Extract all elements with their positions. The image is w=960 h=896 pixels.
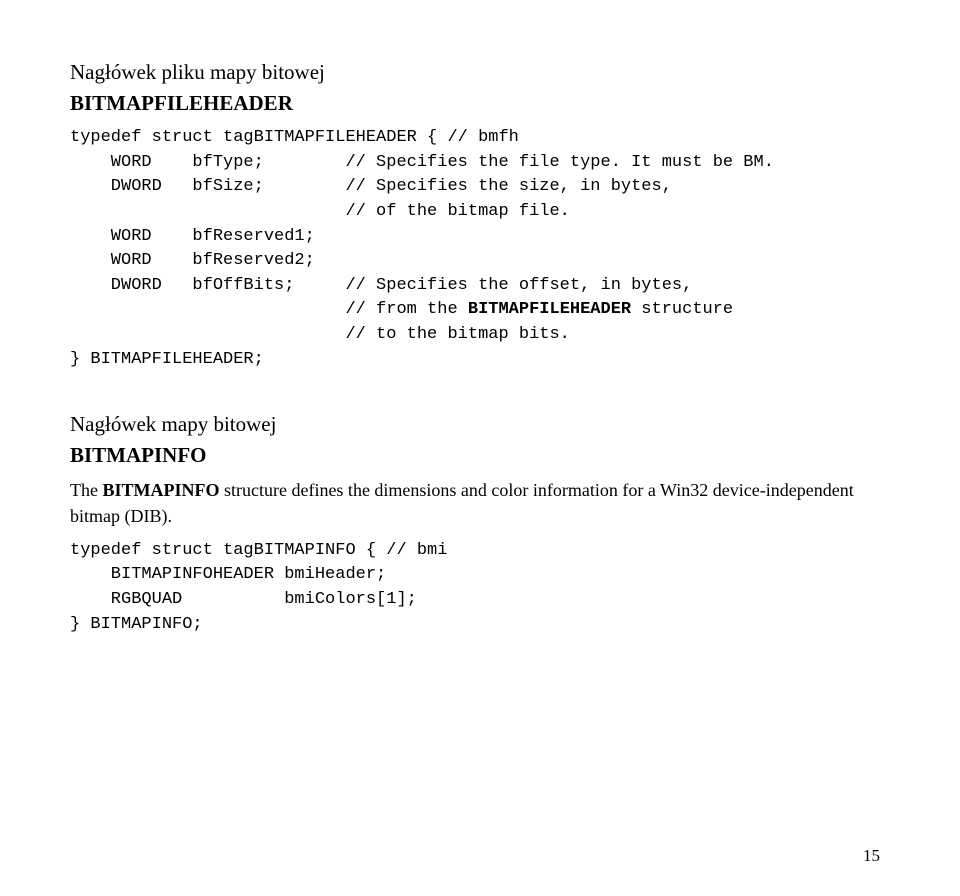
section-bitmapinfo: Nagłówek mapy bitowej BITMAPINFO The BIT… bbox=[70, 412, 890, 637]
para-prefix: The bbox=[70, 480, 102, 500]
code-line: WORD bfReserved2; bbox=[70, 251, 315, 270]
code-line: } BITMAPINFO; bbox=[70, 615, 203, 634]
code-block-bitmapinfo: typedef struct tagBITMAPINFO { // bmi BI… bbox=[70, 539, 890, 638]
code-line: // to the bitmap bits. bbox=[70, 325, 570, 344]
paragraph-bitmapinfo: The BITMAPINFO structure defines the dim… bbox=[70, 478, 890, 528]
code-line: typedef struct tagBITMAPINFO { // bmi bbox=[70, 541, 447, 560]
code-block-bitmapfileheader: typedef struct tagBITMAPFILEHEADER { // … bbox=[70, 126, 890, 372]
subheading-bitmapfileheader: BITMAPFILEHEADER bbox=[70, 91, 890, 116]
code-line: DWORD bfOffBits; // Specifies the offset… bbox=[70, 276, 692, 295]
heading-map-header: Nagłówek mapy bitowej bbox=[70, 412, 890, 437]
subheading-bitmapinfo: BITMAPINFO bbox=[70, 443, 890, 468]
code-line: typedef struct tagBITMAPFILEHEADER { // … bbox=[70, 128, 519, 147]
code-line: BITMAPINFOHEADER bmiHeader; bbox=[70, 565, 386, 584]
code-line-suffix: structure bbox=[631, 300, 733, 319]
code-line-prefix: // from the bbox=[70, 300, 468, 319]
para-bold: BITMAPINFO bbox=[102, 480, 219, 500]
heading-file-header: Nagłówek pliku mapy bitowej bbox=[70, 60, 890, 85]
section-bitmapfileheader: Nagłówek pliku mapy bitowej BITMAPFILEHE… bbox=[70, 60, 890, 372]
code-line: RGBQUAD bmiColors[1]; bbox=[70, 590, 417, 609]
page-number: 15 bbox=[863, 846, 880, 866]
code-line: WORD bfReserved1; bbox=[70, 227, 315, 246]
code-line: } BITMAPFILEHEADER; bbox=[70, 350, 264, 369]
code-line: WORD bfType; // Specifies the file type.… bbox=[70, 153, 774, 172]
code-bold-word: BITMAPFILEHEADER bbox=[468, 300, 631, 319]
code-line: DWORD bfSize; // Specifies the size, in … bbox=[70, 177, 672, 196]
code-line: // of the bitmap file. bbox=[70, 202, 570, 221]
